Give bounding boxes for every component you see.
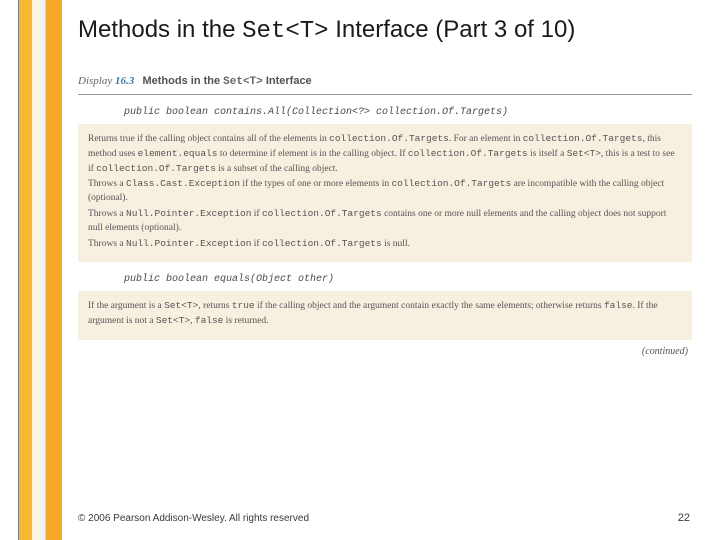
title-pre: Methods in the: [78, 16, 242, 43]
display-number: 16.3: [115, 75, 134, 87]
display-caption-post: Interface: [263, 75, 312, 87]
display-header: Display 16.3 Methods in the Set<T> Inter…: [78, 71, 692, 95]
title-post: Interface (Part 3 of 10): [329, 16, 576, 43]
display-label: Display: [78, 75, 115, 87]
method2-signature: public boolean equals(Object other): [78, 268, 692, 291]
continued-label: (continued): [78, 340, 692, 357]
method1-description: Returns true if the calling object conta…: [78, 124, 692, 262]
copyright-text: © 2006 Pearson Addison-Wesley. All right…: [78, 513, 309, 524]
decorative-stripe: [0, 0, 62, 540]
slide-title: Methods in the Set<T> Interface (Part 3 …: [78, 14, 692, 47]
figure-area: Display 16.3 Methods in the Set<T> Inter…: [78, 71, 692, 357]
method-box-2: public boolean equals(Object other) If t…: [78, 268, 692, 340]
footer: © 2006 Pearson Addison-Wesley. All right…: [78, 512, 690, 524]
method-box-1: public boolean contains.All(Collection<?…: [78, 101, 692, 262]
method1-signature: public boolean contains.All(Collection<?…: [78, 101, 692, 124]
title-code: Set<T>: [242, 18, 328, 45]
page-number: 22: [678, 512, 690, 524]
display-caption-pre: Methods in the: [142, 75, 223, 87]
slide-content: Methods in the Set<T> Interface (Part 3 …: [78, 14, 692, 520]
display-caption-code: Set<T>: [223, 76, 263, 88]
stripe-gradient: [18, 0, 62, 540]
method2-description: If the argument is a Set<T>, returns tru…: [78, 291, 692, 340]
